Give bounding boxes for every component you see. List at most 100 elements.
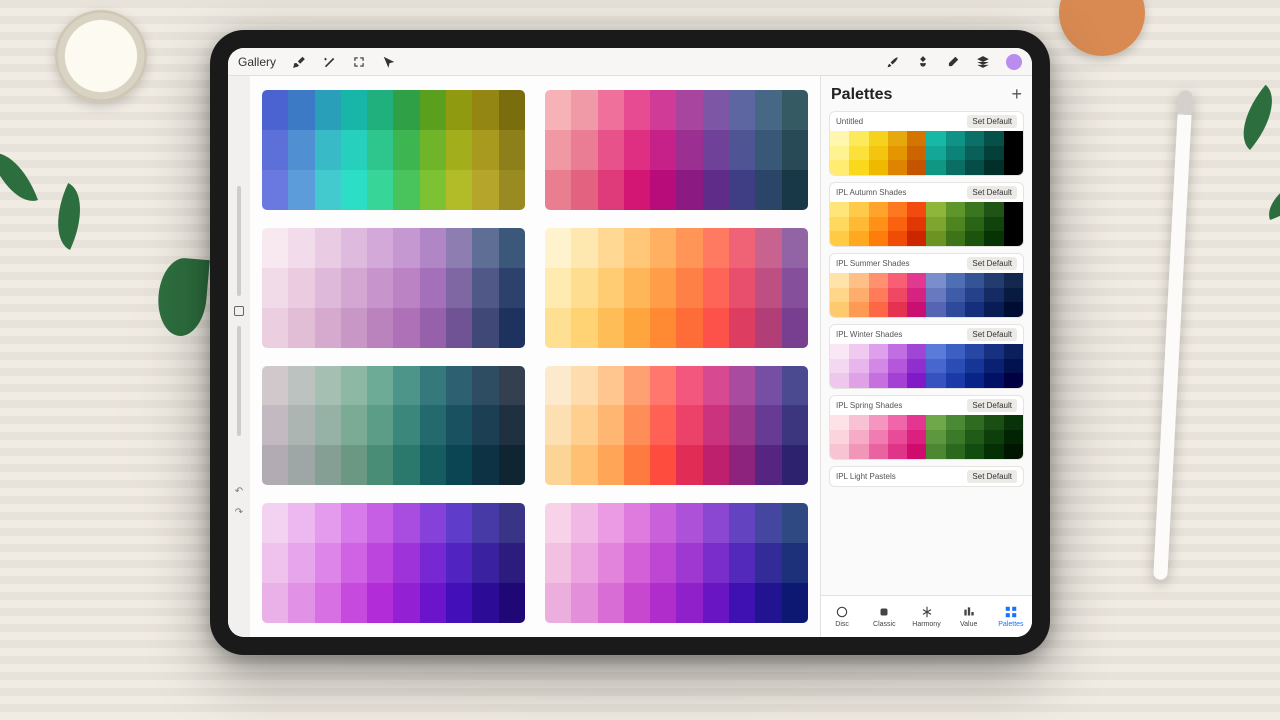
swatch[interactable] xyxy=(499,503,525,543)
swatch[interactable] xyxy=(703,228,729,268)
swatch[interactable] xyxy=(849,415,868,430)
swatch[interactable] xyxy=(446,268,472,308)
swatch[interactable] xyxy=(984,288,1003,303)
swatch[interactable] xyxy=(755,130,781,170)
swatch[interactable] xyxy=(472,308,498,348)
swatch[interactable] xyxy=(946,302,965,317)
swatch[interactable] xyxy=(545,130,571,170)
swatch[interactable] xyxy=(650,308,676,348)
swatch[interactable] xyxy=(830,344,849,359)
swatch[interactable] xyxy=(755,170,781,210)
swatch[interactable] xyxy=(926,131,945,146)
swatch[interactable] xyxy=(703,503,729,543)
swatch[interactable] xyxy=(545,503,571,543)
swatch[interactable] xyxy=(1004,217,1023,232)
palette-card[interactable]: IPL Winter ShadesSet Default xyxy=(829,324,1024,389)
swatch[interactable] xyxy=(571,543,597,583)
swatch[interactable] xyxy=(1004,415,1023,430)
swatch[interactable] xyxy=(499,228,525,268)
swatch[interactable] xyxy=(907,217,926,232)
swatch[interactable] xyxy=(393,170,419,210)
swatch[interactable] xyxy=(1004,430,1023,445)
swatch[interactable] xyxy=(446,405,472,445)
tab-classic[interactable]: Classic xyxy=(863,596,905,637)
swatch[interactable] xyxy=(571,503,597,543)
palette-name[interactable]: IPL Spring Shades xyxy=(836,401,967,410)
swatch[interactable] xyxy=(262,130,288,170)
swatch[interactable] xyxy=(650,543,676,583)
swatch[interactable] xyxy=(849,288,868,303)
swatch[interactable] xyxy=(755,366,781,406)
swatch[interactable] xyxy=(499,308,525,348)
swatch[interactable] xyxy=(907,273,926,288)
palette-card[interactable]: IPL Autumn ShadesSet Default xyxy=(829,182,1024,247)
swatch[interactable] xyxy=(262,543,288,583)
swatch[interactable] xyxy=(926,202,945,217)
swatch[interactable] xyxy=(676,583,702,623)
swatch[interactable] xyxy=(341,268,367,308)
swatch[interactable] xyxy=(676,543,702,583)
swatch[interactable] xyxy=(446,228,472,268)
swatch[interactable] xyxy=(262,90,288,130)
swatch[interactable] xyxy=(907,202,926,217)
swatch[interactable] xyxy=(545,543,571,583)
swatch[interactable] xyxy=(1004,231,1023,246)
palette-name[interactable]: Untitled xyxy=(836,117,967,126)
swatch[interactable] xyxy=(755,543,781,583)
swatch[interactable] xyxy=(472,130,498,170)
swatch[interactable] xyxy=(888,202,907,217)
swatch[interactable] xyxy=(965,415,984,430)
swatch[interactable] xyxy=(946,415,965,430)
swatch[interactable] xyxy=(907,160,926,175)
swatch[interactable] xyxy=(393,228,419,268)
swatch[interactable] xyxy=(926,160,945,175)
gallery-button[interactable]: Gallery xyxy=(238,55,276,69)
swatch[interactable] xyxy=(926,359,945,374)
swatch[interactable] xyxy=(650,130,676,170)
swatch[interactable] xyxy=(624,308,650,348)
palette-card[interactable]: IPL Spring ShadesSet Default xyxy=(829,395,1024,460)
swatch[interactable] xyxy=(888,288,907,303)
swatch[interactable] xyxy=(869,146,888,161)
swatch[interactable] xyxy=(830,444,849,459)
swatch[interactable] xyxy=(946,160,965,175)
swatch[interactable] xyxy=(703,130,729,170)
swatch[interactable] xyxy=(782,583,808,623)
swatch[interactable] xyxy=(650,268,676,308)
tab-value[interactable]: Value xyxy=(948,596,990,637)
swatch[interactable] xyxy=(315,308,341,348)
swatch[interactable] xyxy=(624,366,650,406)
swatch[interactable] xyxy=(907,444,926,459)
swatch[interactable] xyxy=(676,503,702,543)
swatch[interactable] xyxy=(315,583,341,623)
modify-button[interactable] xyxy=(234,306,244,316)
swatch[interactable] xyxy=(729,130,755,170)
swatch[interactable] xyxy=(729,543,755,583)
swatch[interactable] xyxy=(288,366,314,406)
swatch[interactable] xyxy=(367,268,393,308)
swatch[interactable] xyxy=(420,308,446,348)
swatch[interactable] xyxy=(446,366,472,406)
swatch[interactable] xyxy=(926,273,945,288)
swatch[interactable] xyxy=(984,231,1003,246)
swatch[interactable] xyxy=(650,90,676,130)
swatch[interactable] xyxy=(367,308,393,348)
swatch[interactable] xyxy=(830,160,849,175)
swatch[interactable] xyxy=(755,90,781,130)
swatch[interactable] xyxy=(782,90,808,130)
tab-palettes[interactable]: Palettes xyxy=(990,596,1032,637)
swatch[interactable] xyxy=(849,302,868,317)
swatch[interactable] xyxy=(472,543,498,583)
palette-name[interactable]: IPL Winter Shades xyxy=(836,330,967,339)
palette-list[interactable]: UntitledSet DefaultIPL Autumn ShadesSet … xyxy=(821,111,1032,595)
swatch[interactable] xyxy=(288,583,314,623)
tab-harmony[interactable]: Harmony xyxy=(905,596,947,637)
swatch[interactable] xyxy=(984,273,1003,288)
swatch[interactable] xyxy=(926,302,945,317)
swatch[interactable] xyxy=(341,130,367,170)
swatch[interactable] xyxy=(984,202,1003,217)
swatch[interactable] xyxy=(984,415,1003,430)
swatch[interactable] xyxy=(446,445,472,485)
swatch[interactable] xyxy=(499,543,525,583)
palette-card[interactable]: IPL Summer ShadesSet Default xyxy=(829,253,1024,318)
